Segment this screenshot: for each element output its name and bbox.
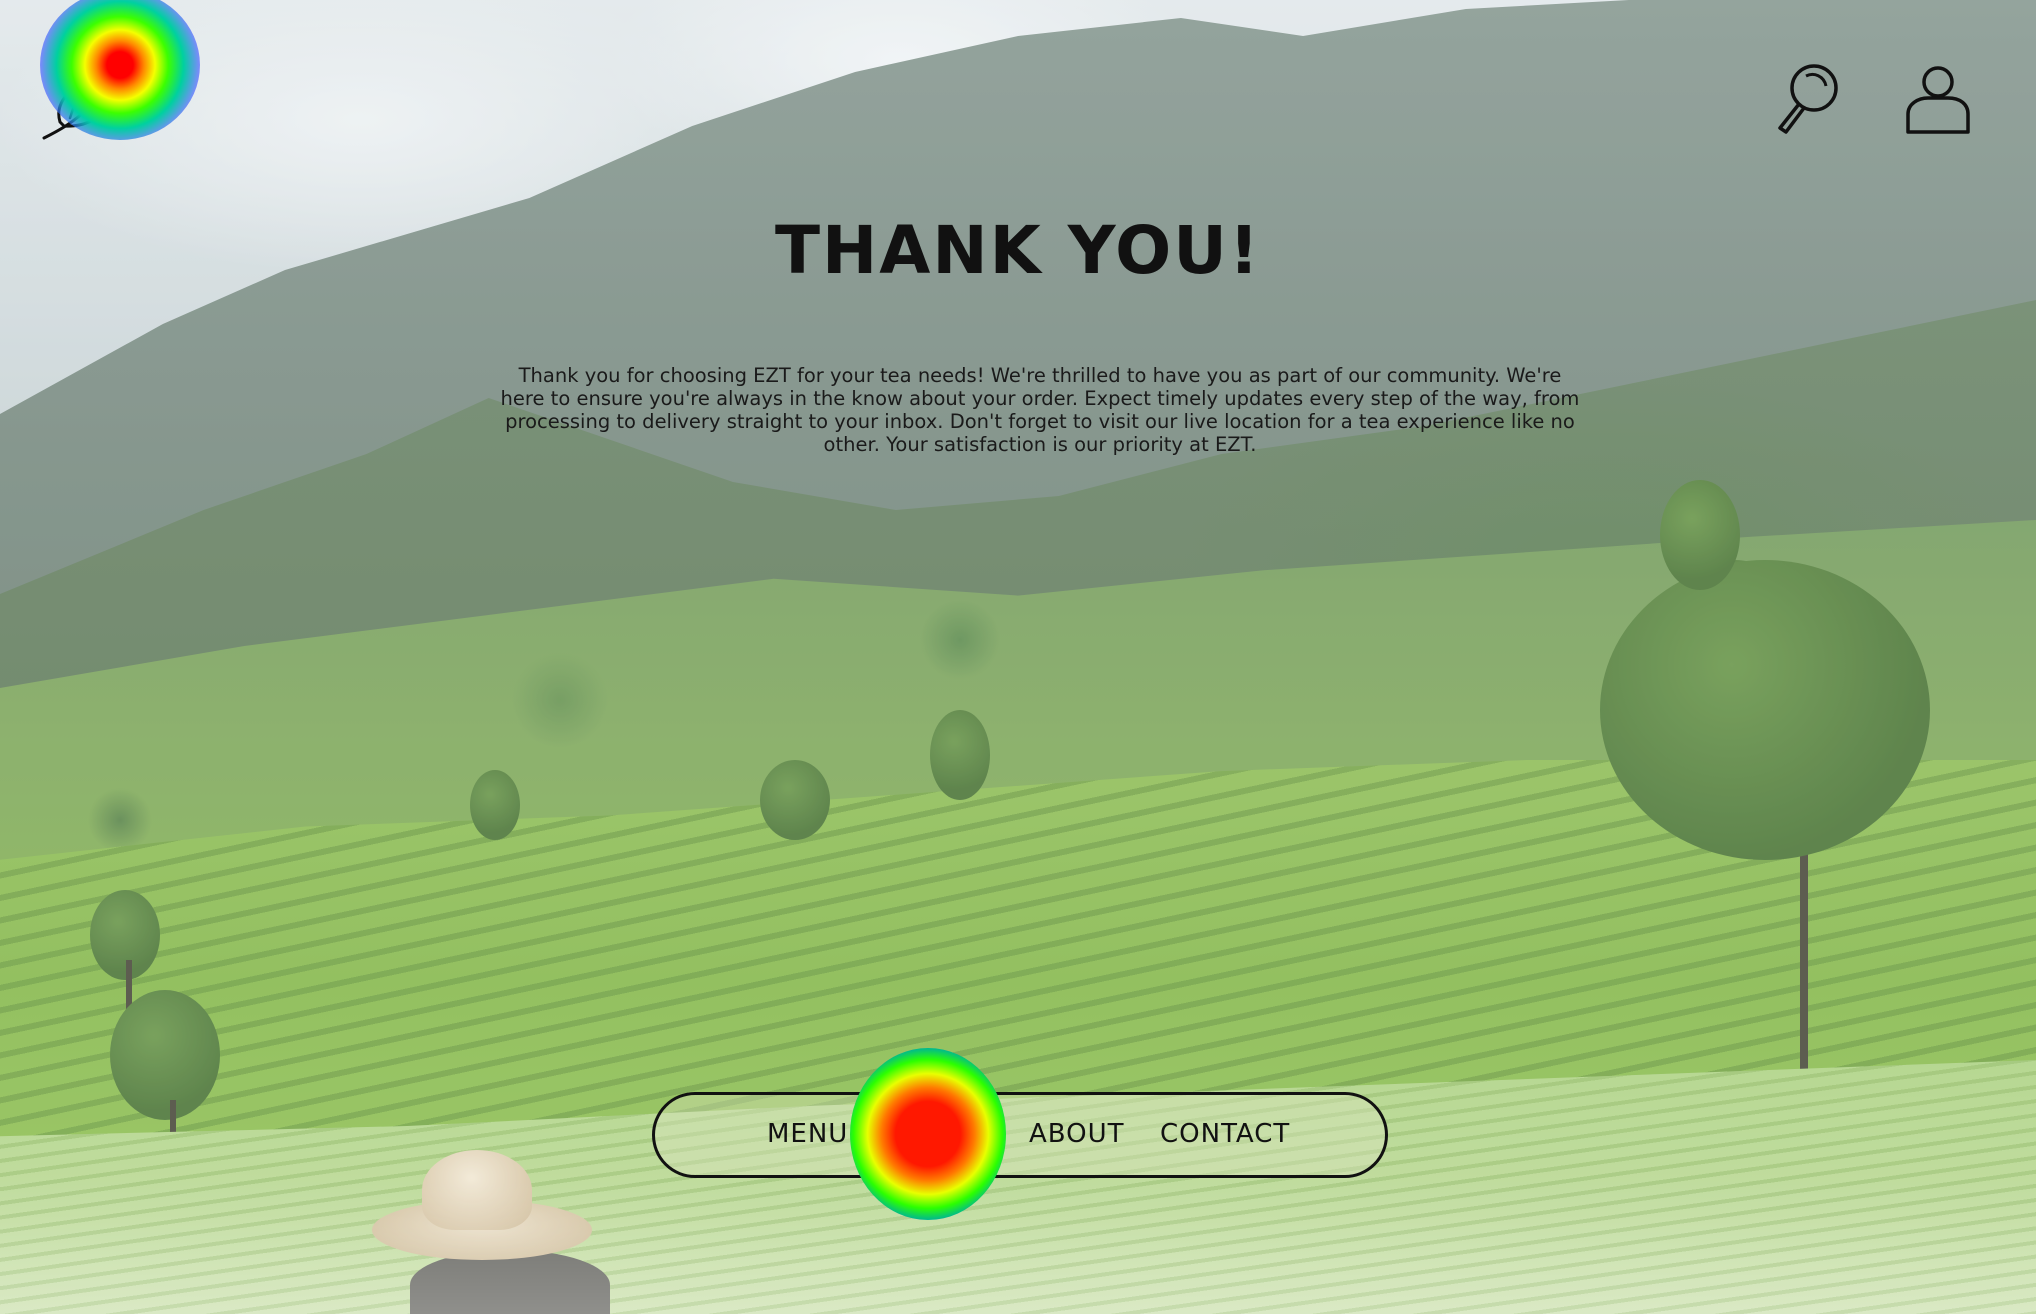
bottom-fade: [0, 1180, 2036, 1314]
search-icon: [1778, 64, 1838, 134]
tea-leaf-icon: [42, 66, 120, 140]
nav-about-link[interactable]: ABOUT: [1029, 1119, 1125, 1149]
bottom-nav: MENU ABOUT CONTACT: [652, 1092, 1388, 1178]
page: THANK YOU! Thank you for choosing EZT fo…: [0, 0, 2038, 1314]
account-button[interactable]: [1898, 58, 1978, 138]
search-button[interactable]: [1768, 58, 1848, 138]
page-title: THANK YOU!: [775, 212, 1261, 289]
user-icon: [1906, 66, 1970, 134]
nav-contact-link[interactable]: CONTACT: [1160, 1119, 1290, 1149]
thank-you-message: Thank you for choosing EZT for your tea …: [500, 364, 1580, 456]
header-actions: [1768, 58, 1978, 138]
nav-menu-link[interactable]: MENU: [767, 1119, 848, 1149]
tea-leaf-logo-icon[interactable]: [40, 62, 130, 142]
